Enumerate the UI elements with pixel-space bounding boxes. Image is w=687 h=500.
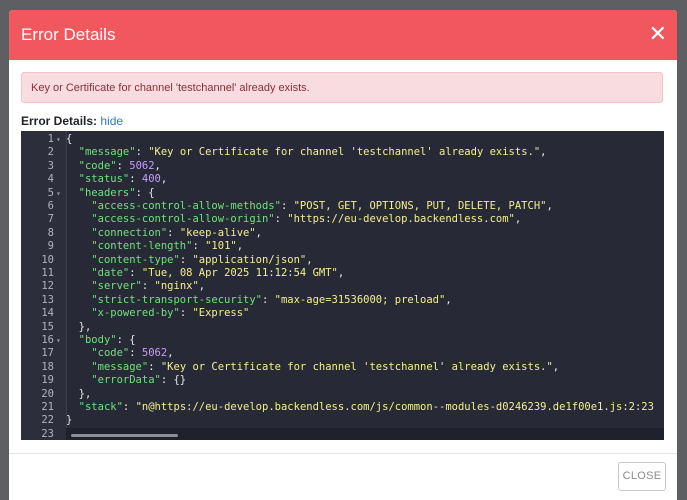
modal-title: Error Details — [21, 25, 116, 44]
code-line: 12 "server": "nginx", — [21, 280, 664, 293]
json-code-viewer[interactable]: 1 ▾{2 "message": "Key or Certificate for … — [21, 131, 664, 440]
code-text: "content-type": "application/json", — [91, 253, 313, 266]
horizontal-scrollbar[interactable] — [71, 434, 178, 437]
line-number: 22 — [41, 414, 54, 427]
code-text: "connection": "keep-alive", — [91, 226, 262, 239]
code-text: "content-length": "101", — [91, 240, 244, 253]
code-text: "status": 400, — [78, 173, 168, 186]
code-line: 4 "status": 400, — [21, 173, 664, 186]
line-number: 14 — [41, 307, 54, 320]
line-number: 5 — [47, 186, 54, 199]
line-number: 1 — [47, 133, 54, 145]
code-line: 18 "message": "Key or Certificate for ch… — [21, 361, 664, 374]
modal-header: Error Details ✕ — [9, 10, 677, 60]
line-number: 20 — [41, 387, 54, 400]
code-line: 10 "content-type": "application/json", — [21, 254, 664, 267]
line-number: 21 — [41, 401, 54, 413]
code-line: 15 }, — [21, 321, 664, 334]
code-line: 22} — [21, 414, 664, 427]
hide-details-link[interactable]: hide — [100, 114, 123, 128]
code-line: 1 ▾ { — [21, 133, 664, 146]
code-text: "code": 5062, — [91, 347, 174, 360]
line-number: 3 — [47, 159, 54, 172]
code-text: "body": { — [78, 334, 136, 346]
line-number: 10 — [41, 253, 54, 266]
code-line: 20 }, — [21, 388, 664, 401]
fold-arrow-icon[interactable]: ▾ — [56, 133, 61, 146]
line-number: 11 — [41, 267, 54, 279]
code-text: "x-powered-by": "Express" — [91, 307, 250, 320]
error-details-label-row: Error Details: hide — [21, 114, 123, 128]
line-number: 13 — [41, 293, 54, 306]
line-number: 19 — [41, 374, 54, 387]
code-text: "date": "Tue, 08 Apr 2025 11:12:54 GMT", — [91, 267, 345, 279]
code-text: "stack": "n@https://eu-develop.backendle… — [78, 401, 654, 413]
line-number: 2 — [47, 146, 54, 159]
fold-arrow-icon[interactable]: ▾ — [56, 187, 61, 200]
code-line: 19 "errorData": {} — [21, 374, 664, 387]
code-line: 8 "connection": "keep-alive", — [21, 227, 664, 240]
code-line: 17 "code": 5062, — [21, 347, 664, 360]
code-text: } — [66, 414, 73, 427]
code-line: 2 "message": "Key or Certificate for cha… — [21, 146, 664, 159]
line-number: 4 — [47, 173, 54, 186]
code-text: "code": 5062, — [78, 159, 161, 172]
line-number: 12 — [41, 280, 54, 293]
error-alert: Key or Certificate for channel 'testchan… — [21, 72, 663, 103]
code-text: { — [66, 133, 73, 145]
close-icon[interactable]: ✕ — [649, 23, 667, 45]
line-number: 6 — [47, 200, 54, 212]
fold-arrow-icon[interactable]: ▾ — [56, 334, 61, 347]
code-line: 13 "strict-transport-security": "max-age… — [21, 294, 664, 307]
line-number: 23 — [41, 427, 54, 440]
code-text: "headers": { — [78, 186, 155, 199]
code-text: }, — [66, 387, 92, 400]
line-number: 15 — [41, 320, 54, 333]
line-number: 16 — [41, 334, 54, 346]
code-line: 11 "date": "Tue, 08 Apr 2025 11:12:54 GM… — [21, 267, 664, 280]
code-line: 16 ▾ "body": { — [21, 334, 664, 347]
code-line: 3 "code": 5062, — [21, 160, 664, 173]
code-text: "errorData": {} — [91, 374, 187, 387]
code-line: 14 "x-powered-by": "Express" — [21, 307, 664, 320]
error-details-label: Error Details: — [21, 114, 98, 128]
code-text: "message": "Key or Certificate for chann… — [91, 360, 560, 373]
line-number: 7 — [47, 213, 54, 226]
code-text: "access-control-allow-origin": "https://… — [91, 213, 522, 226]
error-details-modal: Error Details ✕ Key or Certificate for c… — [9, 10, 677, 500]
code-line: 9 "content-length": "101", — [21, 240, 664, 253]
code-text: "message": "Key or Certificate for chann… — [78, 146, 547, 159]
code-line: 5 ▾ "headers": { — [21, 187, 664, 200]
line-number: 9 — [47, 240, 54, 253]
code-line: 21 "stack": "n@https://eu-develop.backen… — [21, 401, 664, 414]
code-text: "access-control-allow-methods": "POST, G… — [91, 200, 553, 212]
line-number: 18 — [41, 360, 54, 373]
code-text: }, — [66, 320, 92, 333]
code-text: "strict-transport-security": "max-age=31… — [91, 293, 452, 306]
code-text: "server": "nginx", — [91, 280, 206, 293]
line-number: 8 — [47, 226, 54, 239]
close-button[interactable]: CLOSE — [618, 462, 666, 491]
code-line: 7 "access-control-allow-origin": "https:… — [21, 213, 664, 226]
line-number: 17 — [41, 347, 54, 360]
code-line: 6 "access-control-allow-methods": "POST,… — [21, 200, 664, 213]
modal-footer: CLOSE — [9, 453, 677, 500]
